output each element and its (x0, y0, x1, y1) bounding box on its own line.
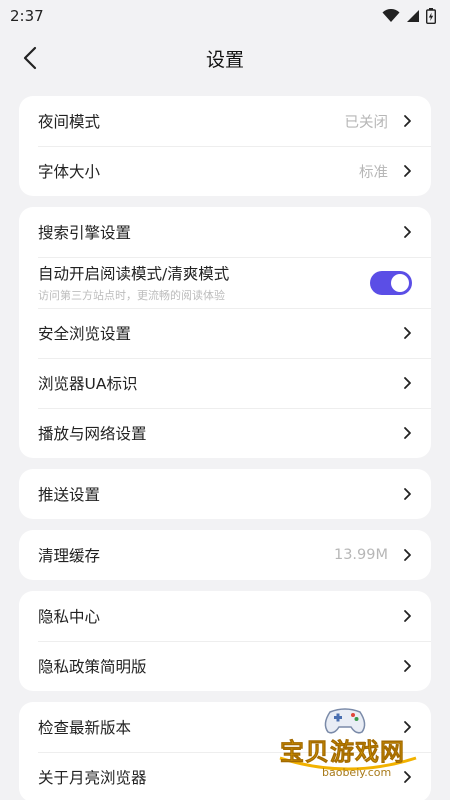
row-night-mode[interactable]: 夜间模式 已关闭 (19, 96, 431, 146)
row-label: 检查最新版本 (38, 719, 132, 737)
wifi-icon (382, 9, 400, 22)
row-value: 13.99M (333, 547, 388, 563)
settings-group-privacy: 隐私中心 隐私政策简明版 (19, 591, 431, 691)
row-value: 标准 (359, 164, 388, 181)
chevron-right-icon (404, 488, 411, 500)
row-reading-mode: 自动开启阅读模式/清爽模式 访问第三方站点时，更流畅的阅读体验 (19, 257, 431, 308)
row-label: 安全浏览设置 (38, 325, 132, 343)
signal-icon (407, 10, 419, 22)
row-clear-cache[interactable]: 清理缓存 13.99M (19, 530, 431, 580)
reading-mode-toggle[interactable] (370, 270, 412, 295)
chevron-right-icon (404, 660, 411, 672)
toggle-knob (391, 273, 409, 292)
chevron-right-icon (404, 377, 411, 389)
row-label: 播放与网络设置 (38, 425, 147, 443)
chevron-right-icon (404, 226, 411, 238)
row-subtitle: 访问第三方站点时，更流畅的阅读体验 (38, 289, 225, 302)
chevron-right-icon (404, 549, 411, 561)
status-icons (382, 8, 436, 24)
chevron-right-icon (404, 327, 411, 339)
row-push-settings[interactable]: 推送设置 (19, 469, 431, 519)
watermark-url: baobeiy.com (322, 766, 392, 779)
row-label: 推送设置 (38, 486, 101, 504)
row-label: 搜索引擎设置 (38, 224, 132, 242)
gamepad-icon (324, 708, 366, 734)
row-label: 隐私政策简明版 (38, 658, 147, 676)
row-playback-network[interactable]: 播放与网络设置 (19, 408, 431, 458)
nav-bar: 设置 (0, 32, 450, 84)
row-value: 已关闭 (344, 114, 389, 131)
back-button[interactable] (14, 42, 46, 74)
settings-group-push: 推送设置 (19, 469, 431, 519)
row-label: 关于月亮浏览器 (38, 769, 147, 787)
row-label: 夜间模式 (38, 113, 101, 131)
row-privacy-policy[interactable]: 隐私政策简明版 (19, 641, 431, 691)
row-privacy-center[interactable]: 隐私中心 (19, 591, 431, 641)
row-search-engine[interactable]: 搜索引擎设置 (19, 207, 431, 257)
settings-group-browsing: 搜索引擎设置 自动开启阅读模式/清爽模式 访问第三方站点时，更流畅的阅读体验 安… (19, 207, 431, 458)
back-arrow-icon (23, 46, 37, 70)
row-safe-browsing[interactable]: 安全浏览设置 (19, 308, 431, 358)
row-label: 浏览器UA标识 (38, 375, 138, 393)
page-title: 设置 (205, 48, 244, 71)
watermark-logo: 宝贝游戏网 baobeiy.com (278, 702, 418, 782)
settings-list: 夜间模式 已关闭 字体大小 标准 搜索引擎设置 自动开启阅读模式/清爽模式 访问 (0, 84, 450, 800)
chevron-right-icon (404, 610, 411, 622)
chevron-right-icon (404, 115, 411, 127)
chevron-right-icon (404, 427, 411, 439)
status-time: 2:37 (10, 7, 44, 25)
row-font-size[interactable]: 字体大小 标准 (19, 146, 431, 196)
row-label: 隐私中心 (38, 608, 101, 626)
row-ua-identifier[interactable]: 浏览器UA标识 (19, 358, 431, 408)
status-bar: 2:37 (0, 0, 450, 32)
row-label: 字体大小 (38, 163, 101, 181)
settings-group-cache: 清理缓存 13.99M (19, 530, 431, 580)
watermark-title: 宝贝游戏网 (280, 738, 405, 767)
row-label: 清理缓存 (38, 547, 101, 565)
settings-group-display: 夜间模式 已关闭 字体大小 标准 (19, 96, 431, 196)
battery-icon (426, 8, 436, 24)
chevron-right-icon (404, 165, 411, 177)
row-label: 自动开启阅读模式/清爽模式 (38, 265, 230, 283)
